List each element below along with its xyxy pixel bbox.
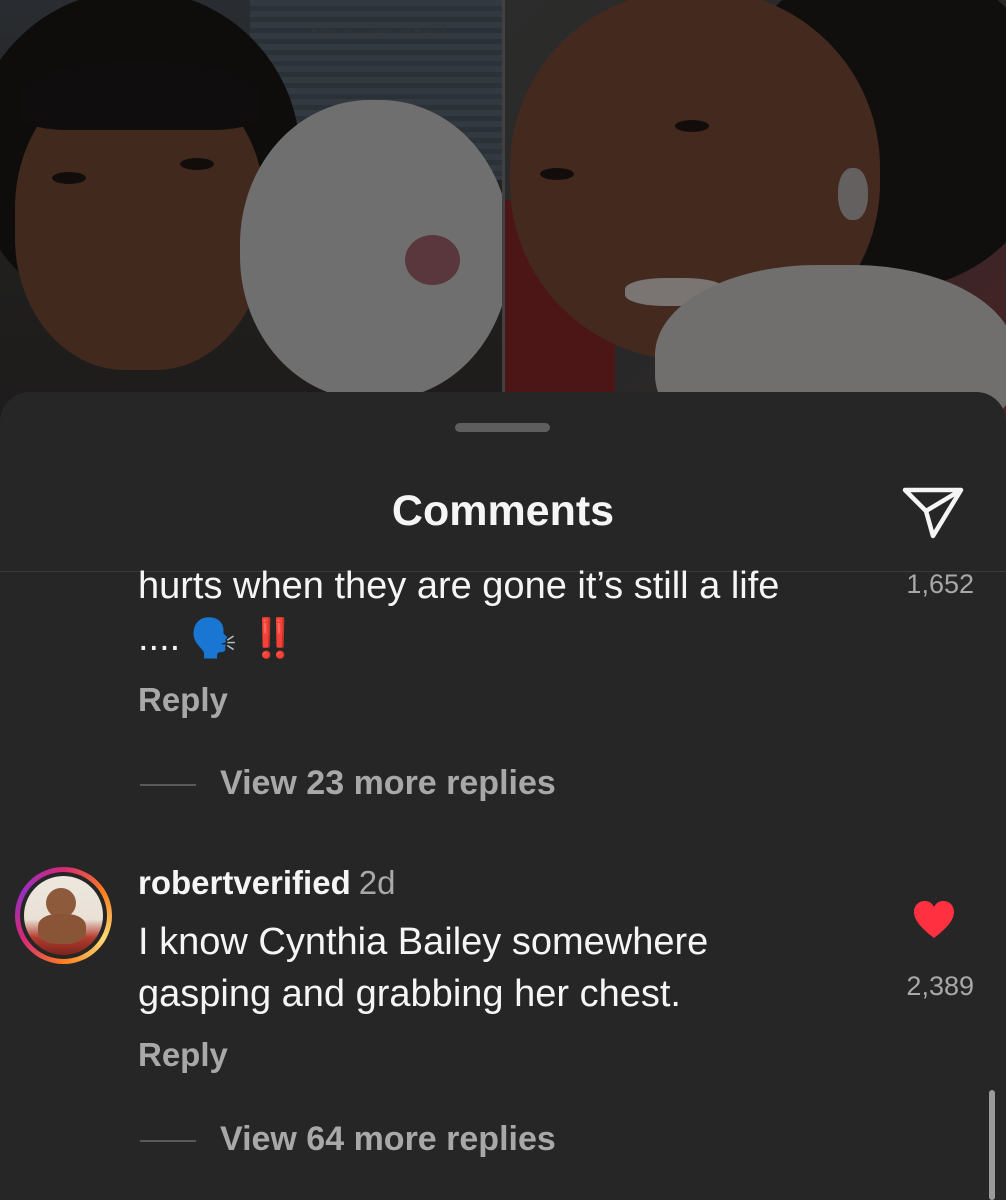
comment-1-like-count: 1,652	[906, 569, 974, 599]
comment-1-line-2: .... 🗣️ ‼️	[138, 612, 868, 664]
comment-2-time: 2d	[358, 864, 396, 901]
comments-sheet: Comments hurts when they are gone it’s s…	[0, 392, 1006, 1200]
comment-1-text: hurts when they are gone it’s still a li…	[138, 560, 868, 664]
sheet-grabber[interactable]	[455, 423, 550, 432]
post-photo: THE SHADE ROOM	[0, 0, 1006, 420]
comment-2-replies-line	[140, 1140, 196, 1142]
comment-2-view-replies-button[interactable]: View 64 more replies	[220, 1120, 556, 1159]
heart-icon	[914, 901, 954, 938]
comment-2-line-2: gasping and grabbing her chest.	[138, 973, 681, 1015]
avatar[interactable]	[15, 867, 112, 964]
comment-2-line-1: I know Cynthia Bailey somewhere	[138, 921, 709, 963]
comment-1-reply-button[interactable]: Reply	[138, 681, 228, 719]
comment-1-ellipsis: ....	[138, 617, 181, 659]
comment-2-header: robertverified 2d	[138, 864, 395, 902]
scrollbar[interactable]	[989, 1090, 995, 1200]
comment-1-emojis: 🗣️ ‼️	[190, 616, 297, 660]
comment-2-like-count: 2,389	[906, 971, 974, 1001]
comment-1-replies-line	[140, 784, 196, 786]
paper-plane-icon	[902, 487, 964, 539]
comment-1-line-1: hurts when they are gone it’s still a li…	[138, 565, 780, 607]
share-button[interactable]	[900, 484, 966, 542]
comment-2-like-button[interactable]	[913, 900, 955, 940]
sheet-title: Comments	[391, 487, 615, 535]
comment-1-view-replies-button[interactable]: View 23 more replies	[220, 764, 556, 803]
comment-2-username[interactable]: robertverified	[138, 864, 351, 901]
comment-2-text: I know Cynthia Bailey somewhere gasping …	[138, 916, 868, 1020]
comment-2-reply-button[interactable]: Reply	[138, 1036, 228, 1074]
